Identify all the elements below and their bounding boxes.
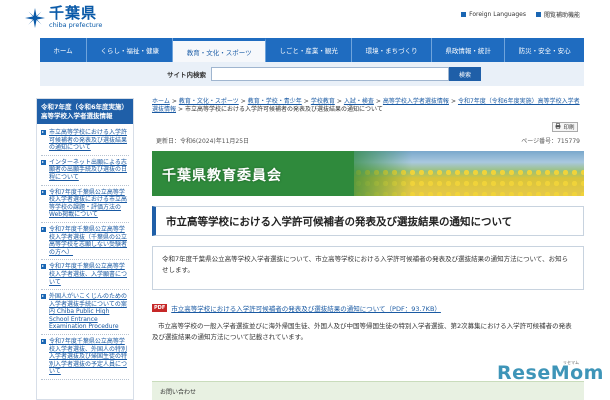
- breadcrumb-link[interactable]: 教育・学校・青少年: [248, 98, 302, 105]
- breadcrumb-link[interactable]: 学校教育: [311, 98, 335, 105]
- breadcrumb-separator: >: [178, 106, 184, 113]
- search-input[interactable]: [211, 67, 449, 81]
- sidebar-item-label: 外国人がいこくじんのための入学者選抜手続についての案内 Chiba Public…: [49, 293, 128, 331]
- search-button[interactable]: 検索: [449, 67, 481, 81]
- sidebar-item[interactable]: 令和7年度千葉県公立高等学校入学者選抜、外国人の特別入学者選抜及び帰国生徒の特別…: [41, 335, 129, 381]
- foreign-languages-label: Foreign Languages: [469, 11, 526, 18]
- gnav-education-culture-sports[interactable]: 教育・文化・スポーツ: [173, 38, 266, 62]
- arrow-bullet-icon: [41, 226, 46, 232]
- breadcrumb-link[interactable]: ホーム: [152, 98, 170, 105]
- breadcrumb-link[interactable]: 教育・文化・スポーツ: [179, 98, 239, 105]
- global-nav: ホーム くらし・福祉・健康 教育・文化・スポーツ しごと・産業・観光 環境・まち…: [40, 38, 584, 62]
- breadcrumb-separator: >: [336, 98, 342, 105]
- printer-icon: [555, 123, 561, 131]
- page-number: ページ番号：715779: [521, 138, 580, 145]
- site-search-bar: サイト内検索 検索: [40, 62, 584, 86]
- arrow-bullet-icon: [41, 159, 46, 165]
- arrow-bullet-icon: [41, 189, 46, 195]
- pdf-link[interactable]: 市立高等学校における入学許可候補者の発表及び選抜結果の通知について（PDF：93…: [171, 303, 441, 313]
- print-label: 印刷: [563, 125, 575, 131]
- breadcrumb-link[interactable]: 高等学校入学者選抜情報: [383, 98, 449, 105]
- sidebar-item[interactable]: インターネット出願による志願者の出願手続及び選抜の日程について: [41, 156, 129, 186]
- breadcrumb-separator: >: [375, 98, 381, 105]
- resemom-watermark: ReseMom: [497, 362, 604, 384]
- logo-subtitle: chiba prefecture: [49, 21, 103, 29]
- breadcrumb: ホーム > 教育・文化・スポーツ > 教育・学校・青少年 > 学校教育 > 入試・検査 > 高等学校…: [152, 98, 584, 114]
- square-bullet-icon: [461, 12, 467, 17]
- sidebar-item-label: 令和7年度千葉県公立高等学校入学者選抜、外国人の特別入学者選抜及び帰国生徒の特別…: [49, 338, 128, 376]
- pdf-download: PDF 市立高等学校における入学許可候補者の発表及び選抜結果の通知について（PD…: [152, 303, 441, 313]
- banner-title: 千葉県教育委員会: [162, 168, 282, 184]
- square-bullet-icon: [535, 12, 541, 17]
- gnav-life-welfare-health[interactable]: くらし・福祉・健康: [87, 38, 174, 62]
- foreign-languages-link[interactable]: Foreign Languages: [461, 11, 526, 18]
- breadcrumb-link[interactable]: 入試・検査: [344, 98, 374, 105]
- sidebar-heading[interactable]: 令和7年度（令和6年度実施）高等学校入学者選抜情報: [37, 99, 133, 124]
- sidebar-item[interactable]: 令和7年度千葉県公立高等学校入学者選抜における市立高等学校の課題・評価方法のWe…: [41, 186, 129, 223]
- sidebar-item-label: 令和7年度千葉県公立高等学校入学者選抜（千葉県の公立高等学校を志願しない受験者の…: [49, 225, 128, 256]
- sidebar: 令和7年度（令和6年度実施）高等学校入学者選抜情報 市立高等学校における入学許可…: [36, 98, 134, 400]
- arrow-bullet-icon: [41, 294, 46, 300]
- gnav-prefecture-info-stats[interactable]: 県政情報・統計: [432, 38, 506, 62]
- chiba-emblem-icon: [24, 7, 46, 29]
- arrow-bullet-icon: [41, 264, 46, 270]
- sidebar-item[interactable]: 令和7年度千葉県公立高等学校入学者選抜（千葉県の公立高等学校を志願しない受験者の…: [41, 223, 129, 261]
- sidebar-item[interactable]: 令和7年度千葉県公立高等学校入学者選抜、入学願書について: [41, 260, 129, 291]
- sidebar-list: 市立高等学校における入学許可候補者の発表及び選抜結果の通知について インターネッ…: [37, 124, 133, 381]
- sidebar-item-label: 令和7年度千葉県公立高等学校入学者選抜、入学願書について: [49, 263, 128, 286]
- arrow-bullet-icon: [41, 130, 46, 135]
- gnav-home[interactable]: ホーム: [40, 38, 88, 62]
- body-text: 市立高等学校の一般入学者選抜並びに海外帰国生徒、外国人及び中国等帰国生徒の特別入…: [152, 322, 572, 341]
- sidebar-item-label: インターネット出願による志願者の出願手続及び選抜の日程について: [49, 158, 128, 181]
- sidebar-item-label: 市立高等学校における入学許可候補者の発表及び選抜結果の通知について: [49, 129, 128, 152]
- page-meta: 更新日：令和6(2024)年11月25日 ページ番号：715779: [156, 136, 580, 145]
- breadcrumb-separator: >: [171, 98, 177, 105]
- breadcrumb-current: 市立高等学校における入学許可候補者の発表及び選抜結果の通知について: [185, 106, 383, 113]
- header-utility-links: Foreign Languages 閲覧補助機能: [461, 10, 580, 19]
- accessibility-link[interactable]: 閲覧補助機能: [535, 10, 580, 19]
- board-of-education-banner: 千葉県教育委員会: [152, 151, 584, 196]
- arrow-bullet-icon: [41, 339, 46, 345]
- site-header: 千葉県 chiba prefecture Foreign Languages 閲…: [0, 0, 610, 38]
- banner-fade: [332, 151, 412, 196]
- breadcrumb-separator: >: [303, 98, 309, 105]
- main-content: ホーム > 教育・文化・スポーツ > 教育・学校・青少年 > 学校教育 > 入試・検査 > 高等学校…: [152, 98, 584, 400]
- sidebar-item[interactable]: 市立高等学校における入学許可候補者の発表及び選抜結果の通知について: [41, 126, 129, 156]
- sidebar-item[interactable]: 外国人がいこくじんのための入学者選抜手続についての案内 Chiba Public…: [41, 290, 129, 336]
- print-button[interactable]: 印刷: [552, 122, 578, 132]
- site-logo[interactable]: 千葉県 chiba prefecture: [24, 6, 102, 29]
- gnav-environment-town[interactable]: 環境・まちづくり: [352, 38, 433, 62]
- gnav-disaster-safety[interactable]: 防災・安全・安心: [505, 38, 584, 62]
- page-title: 市立高等学校における入学許可候補者の発表及び選抜結果の通知について: [152, 206, 584, 236]
- gnav-work-industry-tourism[interactable]: しごと・産業・観光: [266, 38, 353, 62]
- logo-title: 千葉県: [49, 4, 98, 22]
- breadcrumb-separator: >: [450, 98, 456, 105]
- sidebar-item-label: 令和7年度千葉県公立高等学校入学者選抜における市立高等学校の課題・評価方法のWe…: [49, 188, 128, 219]
- updated-date: 更新日：令和6(2024)年11月25日: [156, 138, 250, 145]
- search-label: サイト内検索: [167, 71, 206, 79]
- accessibility-label: 閲覧補助機能: [543, 12, 580, 19]
- pdf-icon: PDF: [152, 304, 168, 312]
- breadcrumb-separator: >: [240, 98, 246, 105]
- lead-text: 令和7年度千葉県公立高等学校入学者選抜について、市立高等学校における入学許可候補…: [152, 246, 584, 290]
